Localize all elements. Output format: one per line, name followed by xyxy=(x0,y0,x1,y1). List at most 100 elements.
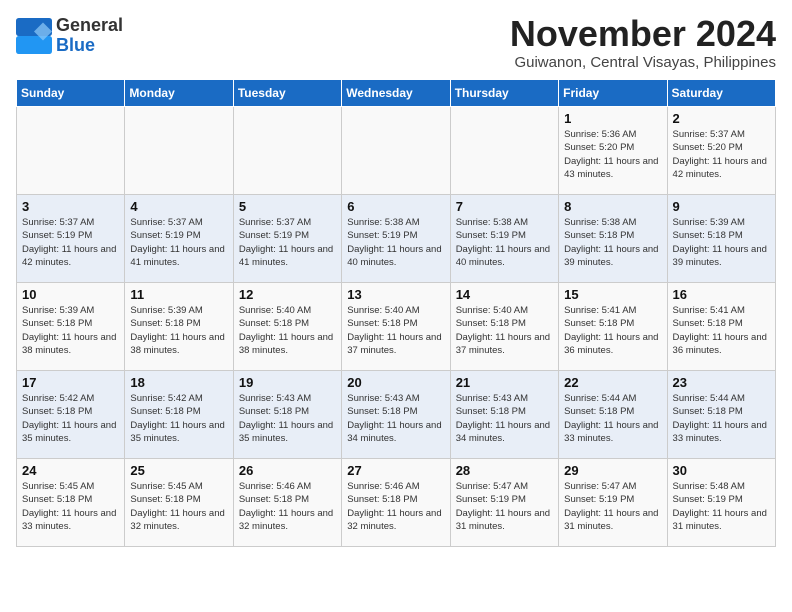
day-number: 16 xyxy=(673,287,770,302)
calendar-cell: 14 Sunrise: 5:40 AM Sunset: 5:18 PM Dayli… xyxy=(450,283,558,371)
day-info: Sunrise: 5:37 AM Sunset: 5:19 PM Dayligh… xyxy=(130,216,227,269)
calendar-cell: 2 Sunrise: 5:37 AM Sunset: 5:20 PM Daylig… xyxy=(667,107,775,195)
day-info: Sunrise: 5:47 AM Sunset: 5:19 PM Dayligh… xyxy=(564,480,661,533)
calendar-cell: 3 Sunrise: 5:37 AM Sunset: 5:19 PM Daylig… xyxy=(17,195,125,283)
day-number: 1 xyxy=(564,111,661,126)
day-number: 5 xyxy=(239,199,336,214)
month-title: November 2024 xyxy=(510,16,776,52)
calendar-cell: 21 Sunrise: 5:43 AM Sunset: 5:18 PM Dayli… xyxy=(450,371,558,459)
calendar-cell: 26 Sunrise: 5:46 AM Sunset: 5:18 PM Dayli… xyxy=(233,459,341,547)
calendar-cell: 8 Sunrise: 5:38 AM Sunset: 5:18 PM Daylig… xyxy=(559,195,667,283)
day-number: 3 xyxy=(22,199,119,214)
calendar-cell: 10 Sunrise: 5:39 AM Sunset: 5:18 PM Dayli… xyxy=(17,283,125,371)
day-info: Sunrise: 5:44 AM Sunset: 5:18 PM Dayligh… xyxy=(564,392,661,445)
day-number: 10 xyxy=(22,287,119,302)
weekday-header: Saturday xyxy=(667,80,775,107)
calendar-cell: 17Sunrise: 5:42 AM Sunset: 5:18 PM Dayli… xyxy=(17,371,125,459)
day-number: 21 xyxy=(456,375,553,390)
day-info: Sunrise: 5:41 AM Sunset: 5:18 PM Dayligh… xyxy=(564,304,661,357)
calendar-cell: 27Sunrise: 5:46 AM Sunset: 5:18 PM Dayli… xyxy=(342,459,450,547)
calendar-cell xyxy=(233,107,341,195)
calendar-cell: 18 Sunrise: 5:42 AM Sunset: 5:18 PM Dayli… xyxy=(125,371,233,459)
day-info: Sunrise: 5:39 AM Sunset: 5:18 PM Dayligh… xyxy=(673,216,770,269)
day-info: Sunrise: 5:40 AM Sunset: 5:18 PM Dayligh… xyxy=(239,304,336,357)
weekday-header: Wednesday xyxy=(342,80,450,107)
calendar-week-row: 10 Sunrise: 5:39 AM Sunset: 5:18 PM Dayli… xyxy=(17,283,776,371)
logo: General Blue xyxy=(16,16,123,56)
day-info: Sunrise: 5:45 AM Sunset: 5:18 PM Dayligh… xyxy=(130,480,227,533)
day-info: Sunrise: 5:36 AM Sunset: 5:20 PM Dayligh… xyxy=(564,128,661,181)
day-info: Sunrise: 5:43 AM Sunset: 5:18 PM Dayligh… xyxy=(239,392,336,445)
calendar-cell: 20Sunrise: 5:43 AM Sunset: 5:18 PM Dayli… xyxy=(342,371,450,459)
weekday-header: Sunday xyxy=(17,80,125,107)
day-number: 30 xyxy=(673,463,770,478)
calendar-cell xyxy=(450,107,558,195)
weekday-header: Thursday xyxy=(450,80,558,107)
subtitle: Guiwanon, Central Visayas, Philippines xyxy=(510,54,776,71)
calendar-cell: 11Sunrise: 5:39 AM Sunset: 5:18 PM Dayli… xyxy=(125,283,233,371)
title-block: November 2024 Guiwanon, Central Visayas,… xyxy=(510,16,776,71)
day-number: 22 xyxy=(564,375,661,390)
day-number: 29 xyxy=(564,463,661,478)
calendar-cell: 12 Sunrise: 5:40 AM Sunset: 5:18 PM Dayli… xyxy=(233,283,341,371)
day-info: Sunrise: 5:44 AM Sunset: 5:18 PM Dayligh… xyxy=(673,392,770,445)
calendar-cell: 30 Sunrise: 5:48 AM Sunset: 5:19 PM Dayli… xyxy=(667,459,775,547)
day-info: Sunrise: 5:41 AM Sunset: 5:18 PM Dayligh… xyxy=(673,304,770,357)
calendar-cell: 19 Sunrise: 5:43 AM Sunset: 5:18 PM Dayli… xyxy=(233,371,341,459)
day-number: 25 xyxy=(130,463,227,478)
logo-general: General xyxy=(56,16,123,36)
calendar-cell: 5 Sunrise: 5:37 AM Sunset: 5:19 PM Daylig… xyxy=(233,195,341,283)
weekday-header: Friday xyxy=(559,80,667,107)
day-number: 4 xyxy=(130,199,227,214)
calendar-week-row: 24Sunrise: 5:45 AM Sunset: 5:18 PM Dayli… xyxy=(17,459,776,547)
day-number: 9 xyxy=(673,199,770,214)
day-number: 15 xyxy=(564,287,661,302)
calendar-cell: 16 Sunrise: 5:41 AM Sunset: 5:18 PM Dayli… xyxy=(667,283,775,371)
calendar-cell: 7Sunrise: 5:38 AM Sunset: 5:19 PM Daylig… xyxy=(450,195,558,283)
day-info: Sunrise: 5:45 AM Sunset: 5:18 PM Dayligh… xyxy=(22,480,119,533)
day-info: Sunrise: 5:42 AM Sunset: 5:18 PM Dayligh… xyxy=(130,392,227,445)
calendar-cell: 9 Sunrise: 5:39 AM Sunset: 5:18 PM Daylig… xyxy=(667,195,775,283)
calendar-week-row: 1 Sunrise: 5:36 AM Sunset: 5:20 PM Daylig… xyxy=(17,107,776,195)
day-info: Sunrise: 5:43 AM Sunset: 5:18 PM Dayligh… xyxy=(456,392,553,445)
calendar-cell xyxy=(125,107,233,195)
calendar-table: SundayMondayTuesdayWednesdayThursdayFrid… xyxy=(16,79,776,547)
day-info: Sunrise: 5:38 AM Sunset: 5:19 PM Dayligh… xyxy=(347,216,444,269)
day-info: Sunrise: 5:37 AM Sunset: 5:19 PM Dayligh… xyxy=(22,216,119,269)
day-info: Sunrise: 5:38 AM Sunset: 5:19 PM Dayligh… xyxy=(456,216,553,269)
calendar-header-row: SundayMondayTuesdayWednesdayThursdayFrid… xyxy=(17,80,776,107)
day-number: 17 xyxy=(22,375,119,390)
calendar-cell: 13Sunrise: 5:40 AM Sunset: 5:18 PM Dayli… xyxy=(342,283,450,371)
day-number: 23 xyxy=(673,375,770,390)
weekday-header: Monday xyxy=(125,80,233,107)
calendar-cell: 29 Sunrise: 5:47 AM Sunset: 5:19 PM Dayli… xyxy=(559,459,667,547)
page-header: General Blue November 2024 Guiwanon, Cen… xyxy=(16,16,776,71)
day-number: 26 xyxy=(239,463,336,478)
calendar-cell: 6Sunrise: 5:38 AM Sunset: 5:19 PM Daylig… xyxy=(342,195,450,283)
day-number: 18 xyxy=(130,375,227,390)
day-info: Sunrise: 5:37 AM Sunset: 5:19 PM Dayligh… xyxy=(239,216,336,269)
day-number: 13 xyxy=(347,287,444,302)
calendar-week-row: 17 Sunrise: 5:42 AM Sunset: 5:18 PM Dayli… xyxy=(17,371,776,459)
day-info: Sunrise: 5:48 AM Sunset: 5:19 PM Dayligh… xyxy=(673,480,770,533)
day-number: 11 xyxy=(130,287,227,302)
day-number: 19 xyxy=(239,375,336,390)
calendar-cell: 25 Sunrise: 5:45 AM Sunset: 5:18 PM Dayli… xyxy=(125,459,233,547)
day-info: Sunrise: 5:47 AM Sunset: 5:19 PM Dayligh… xyxy=(456,480,553,533)
day-info: Sunrise: 5:39 AM Sunset: 5:18 PM Dayligh… xyxy=(22,304,119,357)
day-info: Sunrise: 5:46 AM Sunset: 5:18 PM Dayligh… xyxy=(239,480,336,533)
calendar-cell: 15 Sunrise: 5:41 AM Sunset: 5:18 PM Dayli… xyxy=(559,283,667,371)
logo-text: General Blue xyxy=(56,16,123,56)
day-number: 12 xyxy=(239,287,336,302)
day-info: Sunrise: 5:43 AM Sunset: 5:18 PM Dayligh… xyxy=(347,392,444,445)
logo-blue: Blue xyxy=(56,36,123,56)
calendar-cell: 1 Sunrise: 5:36 AM Sunset: 5:20 PM Daylig… xyxy=(559,107,667,195)
day-number: 2 xyxy=(673,111,770,126)
calendar-week-row: 3 Sunrise: 5:37 AM Sunset: 5:19 PM Daylig… xyxy=(17,195,776,283)
day-number: 14 xyxy=(456,287,553,302)
logo-icon xyxy=(16,18,52,54)
day-number: 8 xyxy=(564,199,661,214)
day-info: Sunrise: 5:40 AM Sunset: 5:18 PM Dayligh… xyxy=(456,304,553,357)
day-info: Sunrise: 5:38 AM Sunset: 5:18 PM Dayligh… xyxy=(564,216,661,269)
day-info: Sunrise: 5:37 AM Sunset: 5:20 PM Dayligh… xyxy=(673,128,770,181)
